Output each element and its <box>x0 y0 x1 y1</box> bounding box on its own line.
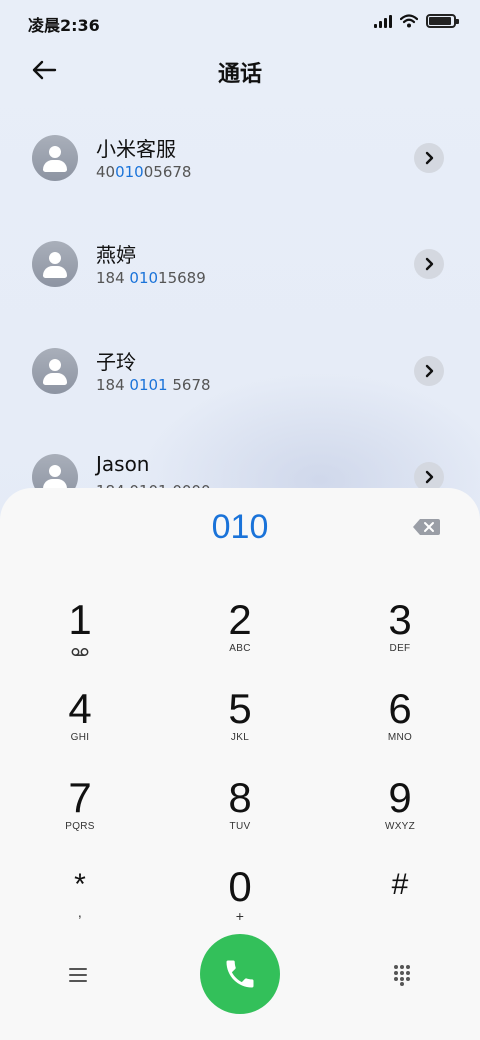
keypad-toggle-button[interactable] <box>386 960 418 990</box>
status-icons <box>374 14 459 28</box>
contact-name: 燕婷 <box>96 243 136 267</box>
key-letters: MNO <box>387 732 413 743</box>
signal-icon <box>374 14 392 28</box>
chevron-right-icon <box>425 470 434 484</box>
key-4[interactable]: 4 GHI <box>25 687 135 767</box>
status-time: 凌晨2:36 <box>28 16 100 35</box>
voicemail-icon <box>71 642 89 661</box>
status-bar: 凌晨2:36 <box>0 0 480 44</box>
backspace-icon <box>413 519 440 535</box>
dialpad-icon <box>394 965 410 986</box>
dialer-panel: 010 1 2 ABC 3 DEF 4 GHI 5 JKL 6 MNO 7 PQRS 8 TUV 9 WXYZ *… <box>0 488 480 1040</box>
menu-icon <box>69 968 87 982</box>
number-part: 05678 <box>143 163 192 181</box>
contact-row[interactable]: 小米客服 4001005678 <box>0 125 480 225</box>
phone-icon <box>226 960 254 988</box>
backspace-button[interactable] <box>412 516 442 538</box>
chevron-right-icon <box>425 151 434 165</box>
contact-number: 184 0101 5678 <box>96 376 211 394</box>
number-part: 40 <box>96 163 116 181</box>
key-digit: 9 <box>388 774 412 821</box>
key-letters: TUV <box>229 821 251 832</box>
key-letters: , <box>77 904 83 920</box>
contact-detail-button[interactable] <box>414 143 444 173</box>
key-digit: 7 <box>68 774 92 821</box>
key-digit: 2 <box>228 596 252 643</box>
key-hash[interactable]: # <box>345 865 455 945</box>
key-6[interactable]: 6 MNO <box>345 687 455 767</box>
avatar <box>32 241 78 287</box>
key-star[interactable]: *, <box>25 865 135 945</box>
chevron-right-icon <box>425 257 434 271</box>
contact-number: 4001005678 <box>96 163 191 181</box>
number-part: 5678 <box>167 376 211 394</box>
avatar <box>32 348 78 394</box>
key-digit: 8 <box>228 774 252 821</box>
key-letters: JKL <box>230 732 250 743</box>
number-part: 184 <box>96 376 130 394</box>
key-9[interactable]: 9 WXYZ <box>345 776 455 856</box>
key-5[interactable]: 5 JKL <box>185 687 295 767</box>
dial-input[interactable]: 010 <box>0 508 480 547</box>
key-letters: PQRS <box>65 821 95 832</box>
key-7[interactable]: 7 PQRS <box>25 776 135 856</box>
menu-button[interactable] <box>62 962 94 988</box>
key-1[interactable]: 1 <box>25 598 135 678</box>
avatar <box>32 135 78 181</box>
key-letters: + <box>235 908 245 924</box>
key-digit: 3 <box>388 596 412 643</box>
key-letters: ABC <box>229 643 251 654</box>
contact-detail-button[interactable] <box>414 356 444 386</box>
key-2[interactable]: 2 ABC <box>185 598 295 678</box>
contact-row[interactable]: 子玲 184 0101 5678 <box>0 338 480 438</box>
key-digit: 0 <box>228 863 252 910</box>
contact-detail-button[interactable] <box>414 249 444 279</box>
call-button[interactable] <box>200 934 280 1014</box>
battery-icon <box>426 14 459 28</box>
key-3[interactable]: 3 DEF <box>345 598 455 678</box>
contact-name: 子玲 <box>96 350 136 374</box>
number-part: 15689 <box>158 269 206 287</box>
wifi-icon <box>400 14 418 28</box>
chevron-right-icon <box>425 364 434 378</box>
key-letters: WXYZ <box>384 821 416 832</box>
contact-name: Jason <box>96 452 150 476</box>
number-match: 010 <box>129 269 159 287</box>
contact-row[interactable]: 燕婷 184 01015689 <box>0 231 480 331</box>
key-8[interactable]: 8 TUV <box>185 776 295 856</box>
key-letters: GHI <box>70 732 90 743</box>
number-match: 010 <box>115 163 144 181</box>
key-digit: * <box>74 868 86 901</box>
key-digit: 5 <box>228 685 252 732</box>
contact-name: 小米客服 <box>96 137 176 161</box>
key-digit: 4 <box>68 685 92 732</box>
key-digit: 6 <box>388 685 412 732</box>
number-part: 184 <box>96 269 130 287</box>
key-digit: 1 <box>68 596 92 643</box>
contact-number: 184 01015689 <box>96 269 206 287</box>
key-digit: # <box>391 868 409 901</box>
page-title: 通话 <box>217 62 262 87</box>
key-letters: DEF <box>389 643 411 654</box>
key-0[interactable]: 0 + <box>185 865 295 945</box>
number-match: 0101 <box>129 376 168 394</box>
